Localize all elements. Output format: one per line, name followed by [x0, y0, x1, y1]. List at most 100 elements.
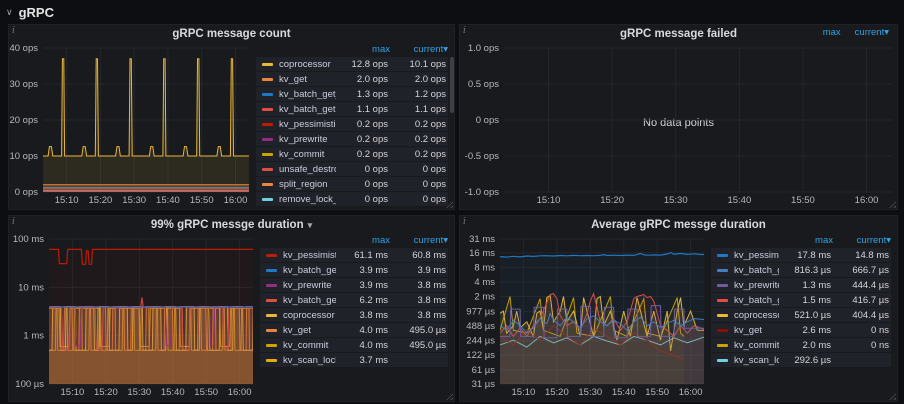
- series-name[interactable]: kv_commit: [734, 340, 779, 351]
- svg-text:1 ms: 1 ms: [23, 331, 44, 342]
- legend-row[interactable]: coprocessor521.0 µs404.4 µs: [711, 308, 891, 322]
- series-name[interactable]: kv_pessimistic_lock: [283, 250, 336, 261]
- series-current-value: 3.9 ms: [388, 265, 446, 276]
- series-name[interactable]: kv_get: [279, 74, 336, 85]
- legend-row[interactable]: coprocessor3.8 ms3.8 ms: [260, 308, 448, 322]
- legend-row[interactable]: kv_batch_get_command1.3 ops1.2 ops: [256, 87, 448, 101]
- chevron-down-icon[interactable]: ∨: [6, 7, 13, 18]
- series-name[interactable]: kv_scan_lock: [734, 355, 779, 366]
- legend-row[interactable]: kv_batch_get1.1 ops1.1 ops: [256, 102, 448, 116]
- message-failed-chart[interactable]: No data points -1.0 ops-0.5 ops0 ops0.5 …: [460, 43, 897, 207]
- series-max-value: 521.0 µs: [779, 310, 831, 321]
- legend-row[interactable]: kv_commit4.0 ms495.0 µs: [260, 338, 448, 352]
- series-name[interactable]: kv_batch_get_command: [734, 265, 779, 276]
- svg-text:16:00: 16:00: [679, 387, 703, 398]
- legend-sort-max[interactable]: max: [338, 44, 390, 57]
- series-current-value: 0 ops: [388, 194, 446, 205]
- legend-row[interactable]: kv_pessimistic_lock17.8 ms14.8 ms: [711, 248, 891, 262]
- series-name[interactable]: kv_commit: [279, 149, 336, 160]
- svg-text:16:00: 16:00: [224, 195, 248, 206]
- series-name[interactable]: kv_prewrite: [734, 280, 779, 291]
- series-name[interactable]: unsafe_destroy_range: [279, 164, 336, 175]
- series-name[interactable]: kv_scan_lock: [283, 355, 336, 366]
- series-current-value: 1.1 ops: [388, 104, 446, 115]
- series-name[interactable]: kv_prewrite: [283, 280, 336, 291]
- panel-info-icon[interactable]: i: [12, 217, 15, 227]
- legend-row[interactable]: kv_get2.0 ops2.0 ops: [256, 72, 448, 86]
- svg-text:31 ms: 31 ms: [469, 234, 495, 245]
- legend-row[interactable]: unsafe_destroy_range0 ops0 ops: [256, 162, 448, 176]
- legend-row[interactable]: remove_lock_observer0 ops0 ops: [256, 192, 448, 206]
- series-name[interactable]: kv_get: [283, 325, 336, 336]
- legend-row[interactable]: kv_get4.0 ms495.0 µs: [260, 323, 448, 337]
- series-current-value: 0 ns: [831, 340, 889, 351]
- series-max-value: 1.3 ms: [779, 280, 831, 291]
- series-name[interactable]: kv_pessimistic_lock: [279, 119, 336, 130]
- series-name[interactable]: kv_prewrite: [279, 134, 336, 145]
- legend-row[interactable]: kv_batch_get_command3.9 ms3.9 ms: [260, 263, 448, 277]
- series-color-icon: [262, 198, 273, 201]
- legend-row[interactable]: kv_pessimistic_lock0.2 ops0.2 ops: [256, 117, 448, 131]
- legend-sort-max[interactable]: max: [338, 235, 390, 248]
- series-name[interactable]: kv_batch_get_command: [279, 89, 336, 100]
- legend-row[interactable]: kv_commit2.0 ms0 ns: [711, 338, 891, 352]
- legend-row[interactable]: kv_batch_get_command816.3 µs666.7 µs: [711, 263, 891, 277]
- series-name[interactable]: coprocessor: [279, 59, 336, 70]
- legend-row[interactable]: kv_scan_lock3.7 ms: [260, 353, 448, 367]
- legend-row[interactable]: kv_prewrite1.3 ms444.4 µs: [711, 278, 891, 292]
- svg-text:15:40: 15:40: [156, 195, 180, 206]
- legend-sort-max[interactable]: max: [823, 27, 841, 38]
- legend-row[interactable]: kv_pessimistic_lock61.1 ms60.8 ms: [260, 248, 448, 262]
- svg-text:16:00: 16:00: [855, 195, 879, 206]
- series-color-icon: [266, 254, 277, 257]
- series-name[interactable]: coprocessor: [283, 310, 336, 321]
- panel-title[interactable]: Average gRPC messge duration: [460, 216, 897, 234]
- series-name[interactable]: kv_get: [734, 325, 779, 336]
- svg-text:15:20: 15:20: [600, 195, 624, 206]
- legend-row[interactable]: kv_batch_get1.5 ms416.7 µs: [711, 293, 891, 307]
- legend-scrollbar[interactable]: [450, 57, 454, 113]
- series-name[interactable]: kv_batch_get: [279, 104, 336, 115]
- series-current-value: 404.4 µs: [831, 310, 889, 321]
- series-max-value: 12.8 ops: [336, 59, 388, 70]
- panel-title[interactable]: 99% gRPC messge duration ▾: [9, 216, 454, 234]
- dashboard-row-header[interactable]: ∨ gRPC: [6, 3, 54, 21]
- series-name[interactable]: kv_pessimistic_lock: [734, 250, 779, 261]
- legend-sort-current[interactable]: current▾: [390, 235, 448, 248]
- panel-info-icon[interactable]: i: [463, 26, 466, 36]
- series-max-value: 17.8 ms: [779, 250, 831, 261]
- series-max-value: 3.9 ms: [336, 265, 388, 276]
- series-max-value: 4.0 ms: [336, 340, 388, 351]
- series-name[interactable]: kv_batch_get: [734, 295, 779, 306]
- legend-sort-current[interactable]: current▾: [833, 235, 891, 248]
- series-name[interactable]: coprocessor: [734, 310, 779, 321]
- svg-text:15:40: 15:40: [612, 387, 636, 398]
- legend-row[interactable]: kv_batch_get6.2 ms3.8 ms: [260, 293, 448, 307]
- legend-row[interactable]: split_region0 ops0 ops: [256, 177, 448, 191]
- series-name[interactable]: split_region: [279, 179, 336, 190]
- legend-row[interactable]: kv_prewrite3.9 ms3.8 ms: [260, 278, 448, 292]
- panel-info-icon[interactable]: i: [463, 217, 466, 227]
- legend-row[interactable]: kv_scan_lock292.6 µs: [711, 353, 891, 367]
- legend-sort-current[interactable]: current▾: [390, 44, 448, 57]
- panel-info-icon[interactable]: i: [12, 26, 15, 36]
- series-name[interactable]: kv_batch_get: [283, 295, 336, 306]
- svg-text:30 ops: 30 ops: [9, 79, 38, 90]
- series-current-value: 3.8 ms: [388, 280, 446, 291]
- message-count-chart[interactable]: 0 ops10 ops20 ops30 ops40 ops15:1015:201…: [9, 43, 254, 207]
- series-name[interactable]: kv_batch_get_command: [283, 265, 336, 276]
- legend-sort-current[interactable]: current▾: [855, 27, 889, 38]
- panel-title[interactable]: gRPC message count: [9, 25, 454, 43]
- legend-sort-max[interactable]: max: [781, 235, 833, 248]
- p99-duration-chart[interactable]: 100 µs1 ms10 ms100 ms15:1015:2015:3015:4…: [9, 234, 258, 399]
- legend-row[interactable]: coprocessor12.8 ops10.1 ops: [256, 57, 448, 71]
- series-name[interactable]: kv_commit: [283, 340, 336, 351]
- svg-text:16 ms: 16 ms: [469, 248, 495, 259]
- legend-row[interactable]: kv_get2.6 ms0 ns: [711, 323, 891, 337]
- series-name[interactable]: remove_lock_observer: [279, 194, 336, 205]
- legend-row[interactable]: kv_prewrite0.2 ops0.2 ops: [256, 132, 448, 146]
- legend-row[interactable]: kv_commit0.2 ops0.2 ops: [256, 147, 448, 161]
- series-max-value: 61.1 ms: [336, 250, 388, 261]
- avg-duration-chart[interactable]: 31 µs61 µs122 µs244 µs488 µs977 µs2 ms4 …: [460, 234, 709, 399]
- panel-menu-caret-icon[interactable]: ▾: [308, 220, 313, 231]
